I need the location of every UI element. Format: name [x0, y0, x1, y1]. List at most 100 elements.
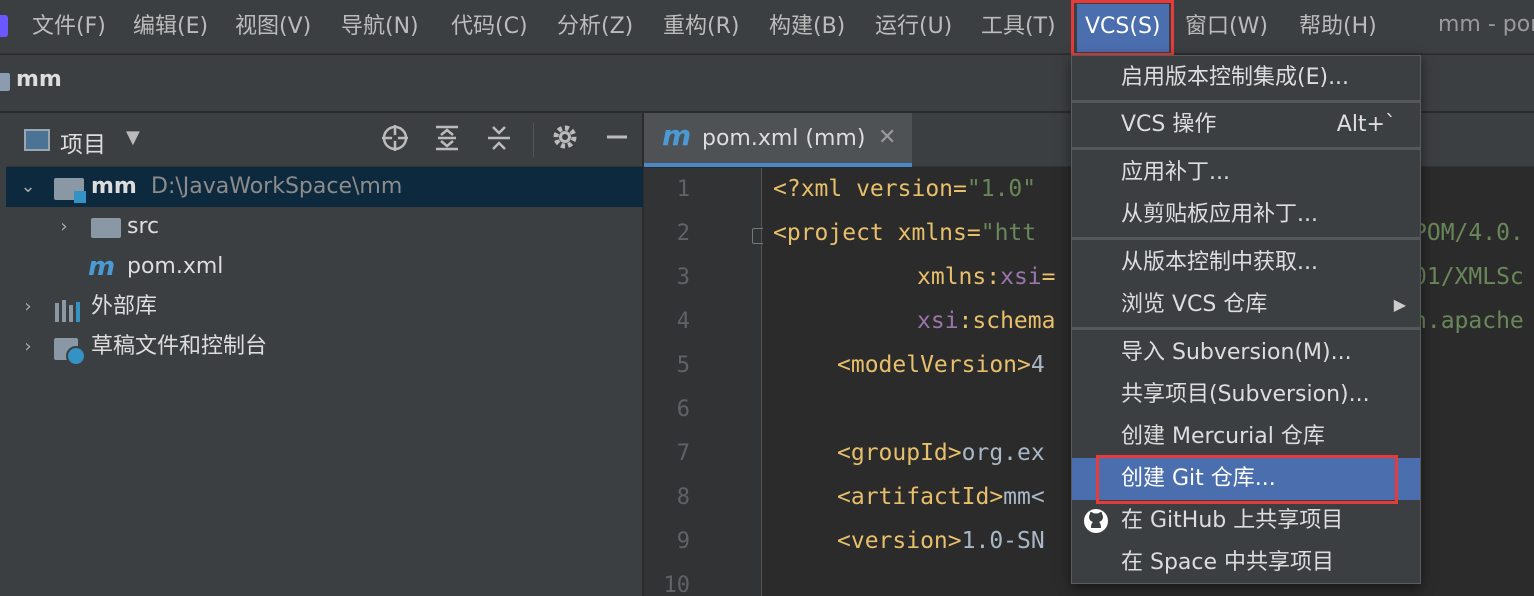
code-line-1: <?xml version="1.0": [773, 176, 1036, 202]
menu-build[interactable]: 构建(B): [769, 0, 845, 54]
menu-separator: [1072, 237, 1420, 240]
menu-separator: [1072, 327, 1420, 330]
tree-root-name: mm: [91, 174, 137, 199]
menu-item-browse-vcs-repository[interactable]: 浏览 VCS 仓库 ▶: [1072, 284, 1420, 326]
menu-edit[interactable]: 编辑(E): [133, 0, 208, 54]
editor-tab-pom[interactable]: m pom.xml (mm) ✕: [644, 113, 912, 167]
line-number: 1: [676, 177, 690, 202]
hide-panel-icon[interactable]: [600, 123, 634, 157]
line-number: 6: [676, 397, 690, 422]
tree-label-scratches: 草稿文件和控制台: [91, 334, 268, 359]
code-token: xsi: [917, 308, 959, 334]
menu-item-label: 从版本控制中获取...: [1121, 250, 1318, 275]
menu-item-vcs-operations[interactable]: VCS 操作 Alt+`: [1072, 104, 1420, 146]
line-number: 10: [663, 573, 691, 596]
code-token: <artifactId>: [837, 484, 1004, 510]
intellij-logo-icon: [0, 15, 8, 37]
line-number: 2: [676, 221, 690, 246]
menu-item-apply-patch[interactable]: 应用补丁...: [1072, 152, 1420, 194]
menu-help[interactable]: 帮助(H): [1299, 0, 1377, 54]
maven-file-icon: m: [662, 119, 692, 152]
menu-item-share-subversion[interactable]: 共享项目(Subversion)...: [1072, 374, 1420, 416]
line-number: 8: [676, 485, 690, 510]
gear-icon[interactable]: [548, 123, 582, 157]
menu-bar: 文件(F) 编辑(E) 视图(V) 导航(N) 代码(C) 分析(Z) 重构(R…: [0, 0, 1534, 54]
menu-tools[interactable]: 工具(T): [981, 0, 1056, 54]
menu-vcs[interactable]: VCS(S): [1077, 4, 1169, 52]
tree-item-src[interactable]: › src: [6, 207, 643, 247]
code-token: <modelVersion>: [837, 352, 1031, 378]
tree-label-external-libraries: 外部库: [91, 294, 158, 319]
maven-file-icon: m: [88, 252, 116, 282]
code-token: xmlns:: [917, 264, 1001, 290]
menu-separator: [1072, 100, 1420, 103]
menu-window[interactable]: 窗口(W): [1185, 0, 1268, 54]
menu-item-label: 在 Space 中共享项目: [1121, 550, 1335, 575]
chevron-right-icon[interactable]: ›: [18, 287, 38, 327]
code-line-2-tail: POM/4.0.: [1413, 220, 1524, 246]
menu-item-label: 启用版本控制集成(E)...: [1121, 65, 1350, 90]
tree-item-pom[interactable]: m pom.xml: [6, 247, 643, 287]
code-token: 1.0-SN: [961, 528, 1045, 554]
menu-item-get-from-vcs[interactable]: 从版本控制中获取...: [1072, 242, 1420, 284]
expand-all-icon[interactable]: [430, 123, 464, 157]
menu-item-label: 创建 Git 仓库...: [1121, 466, 1276, 491]
code-line-7: <groupId>org.ex: [837, 440, 1045, 466]
menu-item-apply-patch-from-clipboard[interactable]: 从剪贴板应用补丁...: [1072, 194, 1420, 236]
code-line-4-tail: n.apache: [1413, 308, 1524, 334]
menu-item-create-git-repo[interactable]: 创建 Git 仓库...: [1072, 458, 1420, 500]
line-number: 9: [676, 529, 690, 554]
submenu-arrow-icon: ▶: [1393, 295, 1406, 314]
menu-analyze[interactable]: 分析(Z): [557, 0, 633, 54]
menu-code[interactable]: 代码(C): [451, 0, 528, 54]
menu-item-label: 应用补丁...: [1121, 160, 1230, 185]
chevron-down-icon[interactable]: ⌄: [18, 167, 38, 207]
menu-view[interactable]: 视图(V): [235, 0, 311, 54]
code-token: <version>: [837, 528, 962, 554]
select-opened-file-icon[interactable]: [378, 123, 412, 157]
menu-item-share-in-space[interactable]: 在 Space 中共享项目: [1072, 542, 1420, 584]
menu-item-import-subversion[interactable]: 导入 Subversion(M)...: [1072, 332, 1420, 374]
menu-item-create-mercurial-repo[interactable]: 创建 Mercurial 仓库: [1072, 416, 1420, 458]
menu-item-label: 浏览 VCS 仓库: [1121, 292, 1268, 317]
code-token: mm<: [1003, 484, 1045, 510]
folder-icon: [91, 218, 121, 238]
project-tool-window: 项目 ▼ ⌄ mm D:\JavaWorkSpace\mm › src m po…: [6, 113, 643, 596]
window-title: mm - pom.xml: [1438, 12, 1534, 37]
code-token: org.ex: [961, 440, 1045, 466]
menu-refactor[interactable]: 重构(R): [663, 0, 739, 54]
module-folder-icon: [54, 178, 86, 203]
code-line-4: xsi:schema: [917, 308, 1055, 334]
chevron-right-icon[interactable]: ›: [54, 207, 74, 247]
menu-item-enable-vcs-integration[interactable]: 启用版本控制集成(E)...: [1072, 57, 1420, 99]
editor-gutter: 1 2 3 4 5 6 7 8 9 10: [644, 168, 762, 596]
code-line-2: <project xmlns="htt: [773, 220, 1036, 246]
chevron-down-icon[interactable]: ▼: [126, 127, 140, 148]
menu-item-label: 从剪贴板应用补丁...: [1121, 202, 1318, 227]
code-line-3: xmlns:xsi=: [917, 264, 1056, 290]
shortcut-label: Alt+`: [1336, 112, 1396, 137]
line-number: 3: [676, 265, 690, 290]
collapse-all-icon[interactable]: [482, 123, 516, 157]
tree-item-external-libraries[interactable]: › 外部库: [6, 287, 643, 327]
project-panel-title[interactable]: 项目: [60, 125, 106, 159]
menu-item-share-on-github[interactable]: 在 GitHub 上共享项目: [1072, 500, 1420, 542]
close-icon[interactable]: ✕: [878, 125, 896, 150]
breadcrumb-project[interactable]: mm: [16, 67, 62, 92]
menu-item-label: VCS 操作: [1121, 112, 1217, 137]
menu-item-label: 导入 Subversion(M)...: [1121, 340, 1352, 365]
chevron-right-icon[interactable]: ›: [18, 327, 38, 367]
menu-item-label: 创建 Mercurial 仓库: [1121, 424, 1325, 449]
tree-item-root-module[interactable]: ⌄ mm D:\JavaWorkSpace\mm: [6, 167, 643, 207]
vcs-dropdown-menu: 启用版本控制集成(E)... VCS 操作 Alt+` 应用补丁... 从剪贴板…: [1071, 55, 1421, 584]
code-token: 4: [1030, 352, 1045, 378]
menu-navigate[interactable]: 导航(N): [341, 0, 419, 54]
tree-item-scratches[interactable]: › 草稿文件和控制台: [6, 327, 643, 367]
code-line-3-tail: 01/XMLSc: [1413, 264, 1524, 290]
menu-file[interactable]: 文件(F): [32, 0, 106, 54]
line-number: 4: [676, 309, 690, 334]
tree-label-pom: pom.xml: [127, 254, 224, 279]
code-token: xsi: [1000, 264, 1042, 290]
menu-run[interactable]: 运行(U): [875, 0, 952, 54]
project-view-icon: [24, 129, 50, 151]
